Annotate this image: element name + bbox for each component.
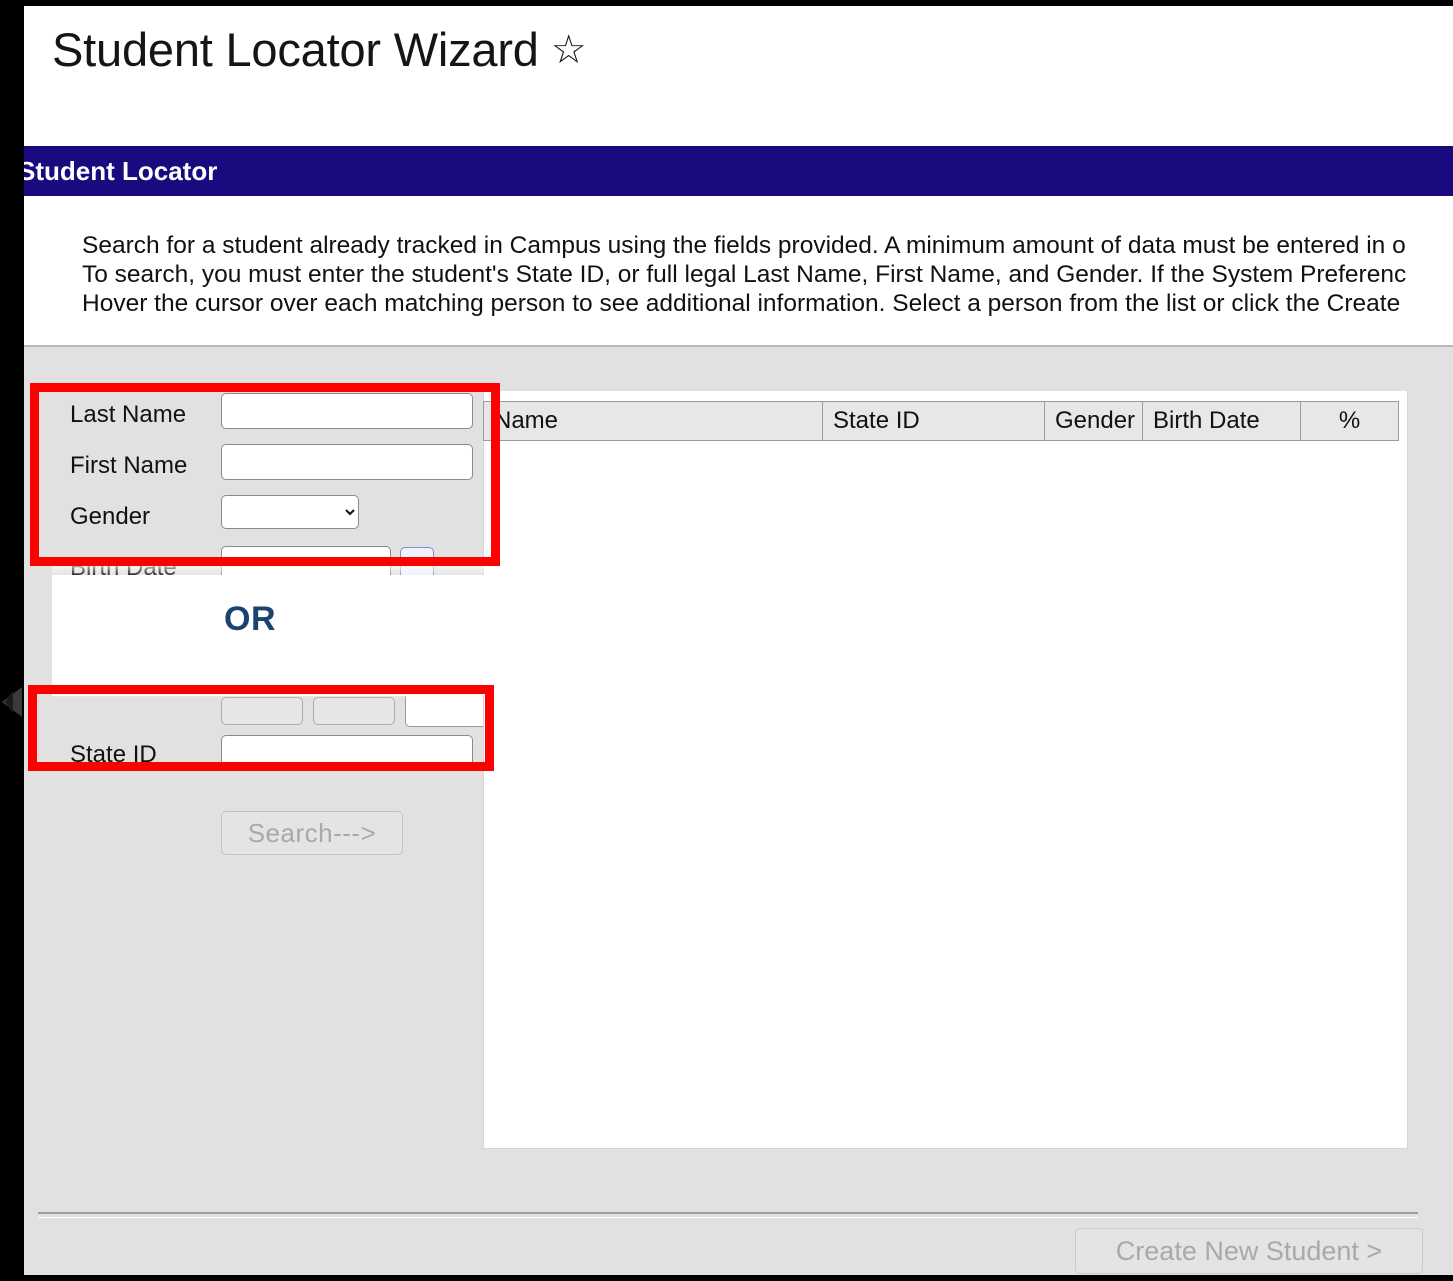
- state-id-input[interactable]: [221, 735, 473, 771]
- page-title-text: Student Locator Wizard: [52, 23, 539, 76]
- results-table-header-row: Name State ID Gender Birth Date %: [483, 401, 1408, 441]
- field-row-gender: Gender: [38, 493, 484, 543]
- title-bar: Student Locator Wizard ☆: [24, 6, 1453, 144]
- or-divider-label: OR: [224, 600, 276, 638]
- screenshot-frame: Student Locator Wizard ☆ Student Locator …: [0, 0, 1453, 1281]
- first-name-label: First Name: [70, 452, 188, 479]
- instruction-line: Search for a student already tracked in …: [82, 232, 1406, 259]
- state-id-label: State ID: [70, 741, 157, 768]
- field-row-state-id: State ID: [38, 731, 484, 781]
- gender-select[interactable]: [221, 495, 359, 529]
- search-button[interactable]: Search--->: [221, 811, 403, 855]
- column-header-state-id[interactable]: State ID: [823, 401, 1045, 441]
- gender-label: Gender: [70, 503, 151, 530]
- obscured-control-b[interactable]: [313, 697, 395, 725]
- last-name-input[interactable]: [221, 393, 473, 429]
- field-row-first-name: First Name: [38, 442, 484, 492]
- column-header-birth-date[interactable]: Birth Date: [1143, 401, 1301, 441]
- section-header-bar: Student Locator: [24, 146, 1453, 196]
- last-name-label: Last Name: [70, 401, 187, 428]
- star-outline-icon[interactable]: ☆: [551, 27, 587, 73]
- footer-divider: [38, 1212, 1418, 1218]
- instruction-line: Hover the cursor over each matching pers…: [82, 290, 1401, 317]
- instructions-block: Search for a student already tracked in …: [24, 196, 1453, 347]
- results-table-panel[interactable]: [483, 391, 1408, 1149]
- main-content-area: Last Name First Name Gender Birth Date S…: [24, 347, 1453, 1275]
- application-window: Student Locator Wizard ☆ Student Locator …: [24, 6, 1453, 1275]
- obscured-control-a[interactable]: [221, 697, 303, 725]
- column-header-gender[interactable]: Gender: [1045, 401, 1143, 441]
- first-name-input[interactable]: [221, 444, 473, 480]
- page-title: Student Locator Wizard ☆: [52, 22, 587, 77]
- pointer-arrow-icon: [2, 687, 22, 717]
- column-header-percent[interactable]: %: [1301, 401, 1399, 441]
- column-header-name[interactable]: Name: [483, 401, 823, 441]
- field-row-last-name: Last Name: [38, 391, 484, 441]
- create-new-student-button[interactable]: Create New Student >: [1075, 1228, 1423, 1274]
- section-header-label: Student Locator: [24, 156, 218, 186]
- or-divider-overlay: [52, 575, 508, 696]
- instruction-line: To search, you must enter the student's …: [82, 261, 1407, 288]
- search-form-panel: Last Name First Name Gender Birth Date S…: [38, 391, 499, 1209]
